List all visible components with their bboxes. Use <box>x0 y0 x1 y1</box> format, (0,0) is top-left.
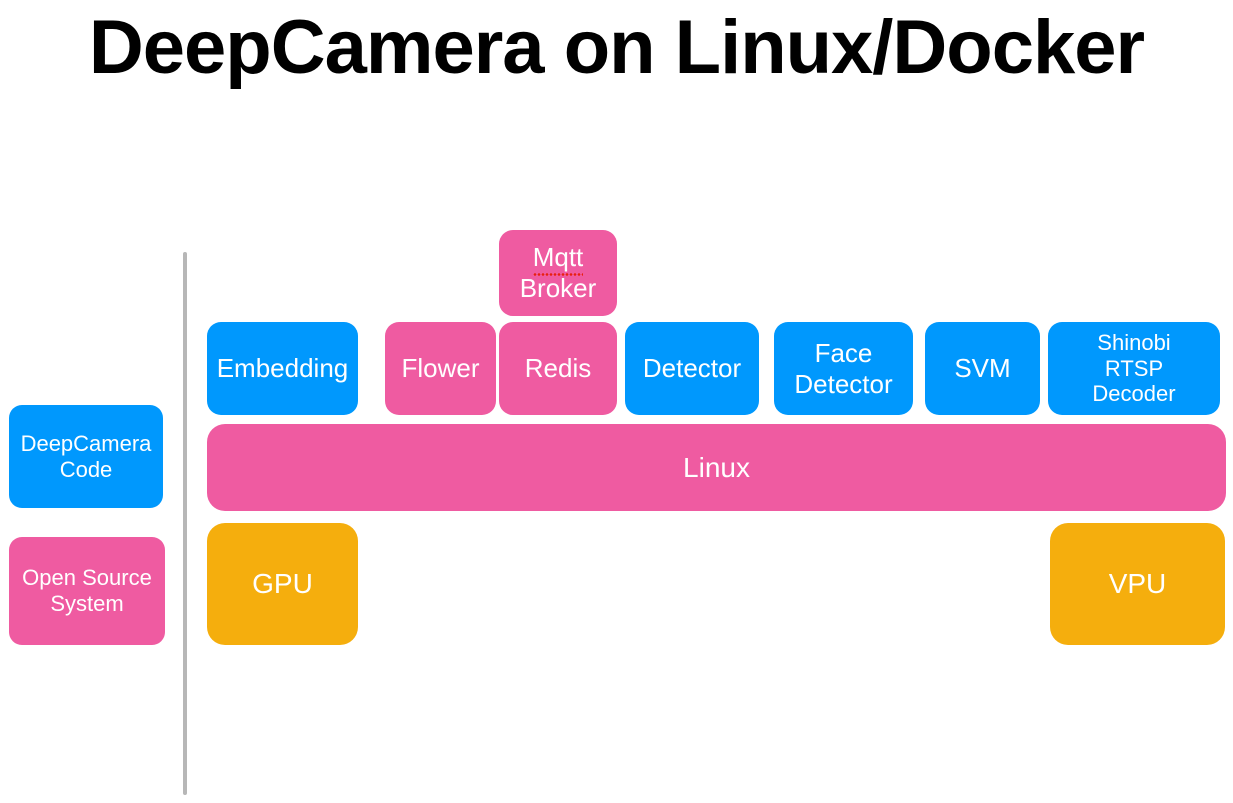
node-label: VPU <box>1108 568 1167 600</box>
node-label: Flower <box>401 353 480 384</box>
node-label: GPU <box>252 568 313 600</box>
node-face-detector: Face Detector <box>774 322 913 415</box>
node-vpu: VPU <box>1050 523 1225 645</box>
node-label: Linux <box>683 451 750 483</box>
node-shinobi-rtsp-decoder: Shinobi RTSP Decoder <box>1048 322 1220 415</box>
node-label: Redis <box>524 353 592 384</box>
node-detector: Detector <box>625 322 759 415</box>
legend-item-open-source-system: Open Source System <box>9 537 165 645</box>
node-svm: SVM <box>925 322 1040 415</box>
node-label: Detector <box>642 353 742 384</box>
misspelled-word-mqtt: Mqtt <box>532 242 584 276</box>
node-label-line2: Broker <box>519 273 597 303</box>
node-redis: Redis <box>499 322 617 415</box>
node-gpu: GPU <box>207 523 358 645</box>
node-label: Mqtt Broker <box>520 242 597 303</box>
node-label: Shinobi RTSP Decoder <box>1092 329 1176 407</box>
legend-diagram-divider <box>183 252 187 795</box>
legend-item-label: DeepCamera Code <box>20 430 152 482</box>
slide-canvas: DeepCamera on Linux/Docker DeepCamera Co… <box>0 0 1233 803</box>
legend-item-label: Open Source System <box>22 565 152 616</box>
node-linux: Linux <box>207 424 1226 511</box>
node-label: Embedding <box>216 353 349 384</box>
node-embedding: Embedding <box>207 322 358 415</box>
node-label: Face Detector <box>794 337 893 399</box>
legend-item-deepcamera-code: DeepCamera Code <box>9 405 163 508</box>
node-label: SVM <box>954 353 1011 384</box>
node-flower: Flower <box>385 322 496 415</box>
node-mqtt-broker: Mqtt Broker <box>499 230 617 316</box>
page-title: DeepCamera on Linux/Docker <box>88 5 1145 90</box>
